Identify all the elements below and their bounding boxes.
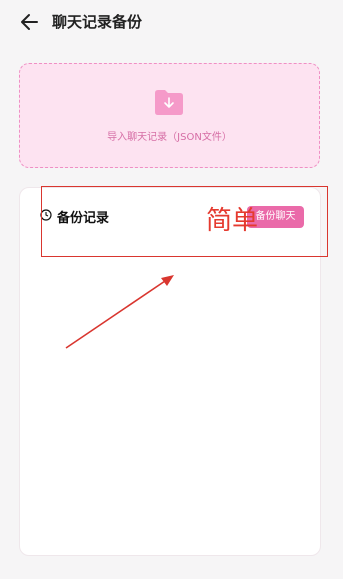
top-bar: 聊天记录备份 (0, 0, 343, 44)
back-arrow-icon[interactable] (18, 10, 42, 34)
import-chat-card[interactable]: 导入聊天记录（JSON文件） (19, 63, 320, 168)
import-label: 导入聊天记录（JSON文件） (107, 132, 232, 143)
annotation-box (41, 186, 328, 257)
folder-download-icon (155, 90, 183, 115)
page-title: 聊天记录备份 (52, 13, 143, 31)
annotation-text: 简单 (206, 206, 259, 236)
annotation-arrow (65, 275, 174, 349)
